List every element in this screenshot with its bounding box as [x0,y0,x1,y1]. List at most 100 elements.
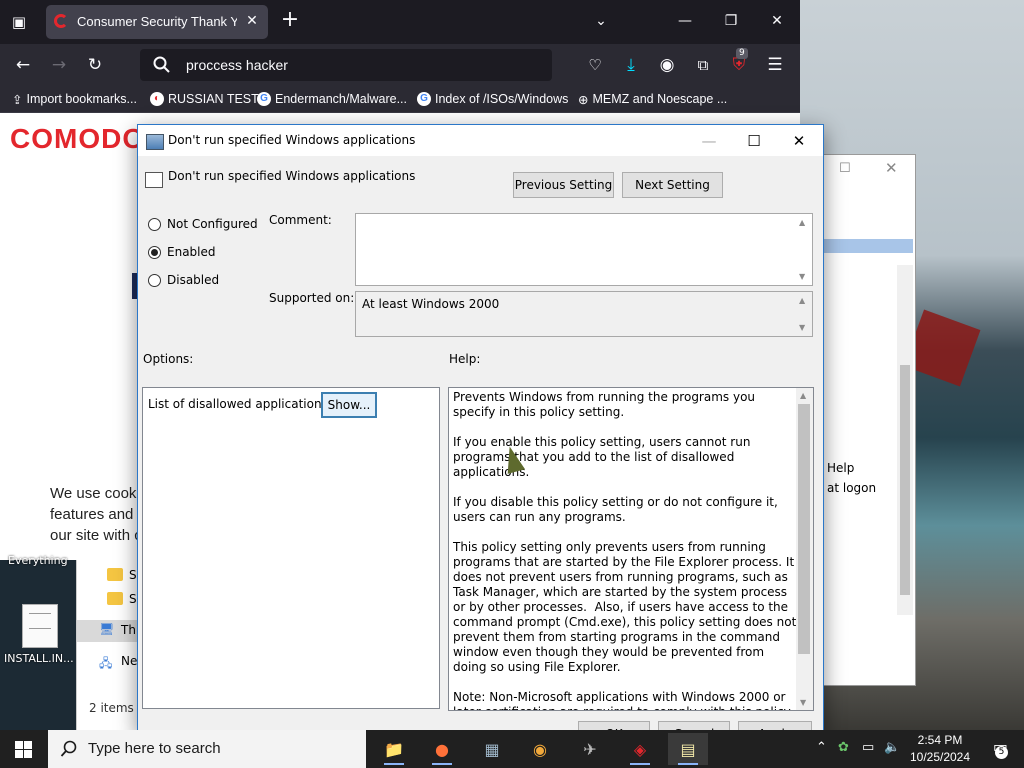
next-setting-button[interactable]: Next Setting [622,172,723,198]
show-button[interactable]: Show... [321,392,377,418]
scroll-up-icon[interactable]: ▲ [799,218,805,227]
browser-app-icon[interactable]: ◉ [520,733,560,765]
bookmark-label: MEMZ and Noescape ... [592,92,728,106]
bookmark-import[interactable]: ⇪ Import bookmarks... [12,90,137,108]
bookmarks-toolbar: ⇪ Import bookmarks... ◐ RUSSIAN TEST G Ende… [0,86,800,113]
ublock-icon[interactable]: ⛨ 9 [726,48,752,78]
menu-icon[interactable]: ☰ [762,52,788,78]
folder-icon [107,592,123,605]
scroll-down-icon[interactable]: ▼ [799,272,805,281]
bookmark-isos[interactable]: G Index of /ISOs/Windows [417,90,568,108]
radio-disabled[interactable]: Disabled [148,271,219,289]
url-input[interactable]: proccess hacker [186,57,288,73]
scroll-down-icon[interactable]: ▼ [800,698,806,707]
dialog-titlebar[interactable]: Don't run specified Windows applications… [138,125,823,156]
cookie-line: We use cook [50,485,137,502]
taskbar-search[interactable]: Type here to search [48,730,366,768]
bookmark-memz[interactable]: ⊕ MEMZ and Noescape ... [578,90,727,108]
comment-scrollbar[interactable]: ▲ ▼ [796,214,812,285]
extensions-icon[interactable]: ⧉ [690,52,716,78]
bookmark-endermanch[interactable]: G Endermanch/Malware... [257,90,407,108]
search-placeholder[interactable]: Type here to search [88,740,221,757]
downloads-icon[interactable]: ⤓ [618,52,644,78]
bookmark-label: Import bookmarks... [26,92,137,106]
radio-dot[interactable] [148,273,161,287]
maximize-button[interactable]: ☐ [731,127,777,155]
supported-scrollbar[interactable]: ▲ ▼ [796,292,812,336]
scroll-up-icon[interactable]: ▲ [799,296,805,305]
text-file-icon[interactable] [22,604,58,648]
close-button[interactable]: ✕ [776,127,822,155]
background-window-titlebar[interactable]: ☐ ✕ [821,155,915,207]
tab-active[interactable]: Consumer Security Thank You f ✕ [46,5,268,39]
tab-list-icon[interactable]: ▣ [6,10,32,34]
network-icon: 🖧 [99,656,113,670]
notification-count-badge: 9 [736,48,748,59]
new-tab-button[interactable]: + [280,8,300,32]
search-icon [153,56,170,73]
selected-row[interactable] [821,239,913,253]
vertical-scrollbar[interactable] [897,265,913,615]
clock[interactable]: 2:54 PM 10/25/2024 [905,732,975,766]
help-scrollbar[interactable]: ▲ ▼ [796,388,813,710]
scroll-up-icon[interactable]: ▲ [800,391,806,400]
minimize-button[interactable]: — [670,8,700,34]
options-panel: List of disallowed applications Show... [142,387,440,709]
list-all-tabs-icon[interactable]: ⌄ [586,8,616,34]
scroll-down-icon[interactable]: ▼ [799,323,805,332]
item-count: 2 items [89,701,134,715]
tray-app-icon[interactable]: ✿ [838,740,849,755]
radio-enabled[interactable]: Enabled [148,243,216,261]
help-link[interactable]: Help [827,461,854,475]
scroll-thumb[interactable] [900,365,910,595]
firefox-icon[interactable]: ● [422,733,462,765]
supported-on-field: At least Windows 2000 ▲ ▼ [355,291,813,337]
start-button[interactable] [0,730,48,768]
close-window-button[interactable]: ✕ [762,8,792,34]
folder-icon [107,568,123,581]
desktop-icon-install-label[interactable]: INSTALL.IN... [4,652,76,665]
paint-app-icon[interactable]: ◈ [620,733,660,765]
close-tab-icon[interactable]: ✕ [244,12,260,29]
control-panel-icon[interactable]: ▦ [472,733,512,765]
radio-label: Not Configured [167,217,258,231]
comment-field[interactable]: ▲ ▼ [355,213,813,286]
maximize-icon[interactable]: ☐ [839,161,851,176]
radio-dot-selected[interactable] [148,245,161,259]
account-icon[interactable]: ◉ [654,52,680,78]
back-button[interactable]: ← [10,52,36,78]
bookmark-russian-test[interactable]: ◐ RUSSIAN TEST [150,90,259,108]
comodo-logo[interactable]: COMODO [10,123,145,155]
bookmark-label: Endermanch/Malware... [275,92,408,106]
minimize-button[interactable]: — [686,127,732,155]
supported-on-value: At least Windows 2000 [362,297,500,311]
policy-icon [146,134,164,150]
reload-button[interactable]: ↻ [82,52,108,78]
background-window[interactable]: ☐ ✕ Help at logon [820,154,916,686]
notification-center-icon[interactable]: ▭ 5 [984,737,1008,759]
volume-icon[interactable]: 🔈 [884,740,900,755]
radio-not-configured[interactable]: Not Configured [148,215,258,233]
navigation-bar: ← → ↻ proccess hacker ♡ ⤓ ◉ ⧉ ⛨ 9 ☰ [0,44,800,86]
dialog-title: Don't run specified Windows applications [168,133,416,147]
policy-setting-dialog: Don't run specified Windows applications… [137,124,824,737]
taskbar: Type here to search 📁 ● ▦ ◉ ✈ ◈ ▤ ⌃ ✿ ▭ … [0,730,1024,768]
scroll-thumb[interactable] [798,404,810,654]
radio-label: Enabled [167,245,216,259]
desktop-icon-everything-label[interactable]: Everything [8,554,68,567]
notepad-icon[interactable]: ▤ [668,733,708,765]
network-icon[interactable]: ▭ [862,740,874,755]
previous-setting-button[interactable]: Previous Setting [513,172,614,198]
url-bar[interactable]: proccess hacker [140,49,552,81]
bookmark-label: Index of /ISOs/Windows [435,92,569,106]
close-icon[interactable]: ✕ [885,159,898,177]
forward-button[interactable]: → [46,52,72,78]
show-hidden-icons[interactable]: ⌃ [816,740,827,755]
setting-icon [145,172,163,188]
file-explorer-icon[interactable]: 📁 [374,733,414,765]
restore-button[interactable]: ❐ [716,8,746,34]
search-icon [60,740,77,757]
pocket-icon[interactable]: ♡ [582,52,608,78]
tool-app-icon[interactable]: ✈ [570,733,610,765]
radio-dot[interactable] [148,217,161,231]
